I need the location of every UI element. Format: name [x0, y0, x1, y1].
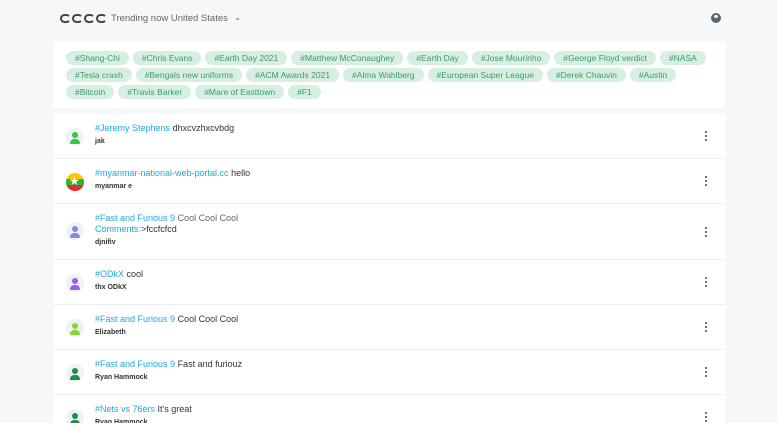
post-author[interactable]: Ryan Hammock — [95, 418, 685, 423]
post-author[interactable]: jak — [95, 137, 685, 146]
post-comments: Comments:>fccfcfcd — [95, 224, 685, 235]
post-item: #ODkX cool thx ODkX — [53, 260, 725, 305]
post-item: #Nets vs 76ers It's great Ryan Hammock — [53, 395, 725, 423]
user-icon — [66, 364, 84, 382]
post-body: #Fast and Furious 9 Cool Cool Cool Elizab… — [95, 314, 685, 337]
comments-text: >fccfcfcd — [141, 224, 177, 234]
post-text: hello — [231, 168, 251, 178]
post-line: #Jeremy Stephens dhxcvzhxcvbdg — [95, 123, 685, 134]
post-text: It's great — [157, 404, 192, 414]
user-avatar-icon — [66, 319, 84, 337]
post-body: #Fast and Furious 9 Fast and furiouz Ryan… — [95, 359, 685, 382]
user-avatar-icon — [66, 409, 84, 423]
trending-tag[interactable]: #Bitcoin — [66, 85, 115, 99]
post-author[interactable]: Ryan Hammock — [95, 373, 685, 382]
user-avatar-icon — [66, 128, 84, 146]
trending-tag[interactable]: #NASA — [659, 51, 706, 65]
trending-tag[interactable]: #Earth Day 2021 — [205, 51, 288, 65]
top-bar: Trending now United States ⌄ — [60, 8, 726, 28]
trending-tag[interactable]: #Alma Wahlberg — [343, 68, 424, 82]
more-options-icon[interactable] — [702, 226, 710, 238]
post-body: #myanmar-national-web-portal.cc hello mya… — [95, 168, 685, 191]
post-body: #Nets vs 76ers It's great Ryan Hammock — [95, 404, 685, 423]
user-icon — [66, 319, 84, 337]
trending-tag[interactable]: #Matthew McConaughey — [291, 51, 404, 65]
trending-tag[interactable]: #Mare of Easttown — [195, 85, 285, 99]
trending-tag[interactable]: #ACM Awards 2021 — [246, 68, 340, 82]
trending-tag[interactable]: #Shang-Chi — [66, 51, 129, 65]
trending-tag[interactable]: #Derek Chauvin — [546, 68, 626, 82]
trending-tag[interactable]: #Travis Barker — [118, 85, 192, 99]
trending-tag[interactable]: #Jose Mourinho — [471, 51, 551, 65]
post-hashtag-link[interactable]: #Fast and Furious 9 — [95, 213, 175, 223]
trending-region-title[interactable]: Trending now United States — [111, 13, 228, 24]
post-text: Cool Cool Cool — [177, 314, 239, 324]
trending-tags-card: #Shang-Chi #Chris Evans #Earth Day 2021 #Ma… — [53, 42, 725, 108]
post-item: #Jeremy Stephens dhxcvzhxcvbdg jak — [53, 114, 725, 159]
trending-tag[interactable]: #George Floyd verdict — [554, 51, 656, 65]
user-avatar-icon — [66, 274, 84, 292]
posts-feed: #Jeremy Stephens dhxcvzhxcvbdg jak ★ #myanm… — [53, 114, 725, 423]
post-item: #Fast and Furious 9 Cool Cool Cool Commen… — [53, 204, 725, 260]
user-icon — [66, 222, 84, 240]
post-hashtag-link[interactable]: #Nets vs 76ers — [95, 404, 155, 414]
trending-tag[interactable]: #Bengals new uniforms — [135, 68, 243, 82]
more-options-icon[interactable] — [702, 321, 710, 333]
myanmar-flag-icon: ★ — [66, 173, 84, 191]
post-line: #Fast and Furious 9 Fast and furiouz — [95, 359, 685, 370]
post-hashtag-link[interactable]: #Fast and Furious 9 — [95, 314, 175, 324]
post-line: #Nets vs 76ers It's great — [95, 404, 685, 415]
post-author[interactable]: djnifiv — [95, 238, 685, 247]
post-text: cool — [126, 269, 144, 279]
more-options-icon[interactable] — [702, 130, 710, 142]
more-options-icon[interactable] — [702, 276, 710, 288]
trending-tag[interactable]: #Chris Evans — [132, 51, 202, 65]
post-item: #Fast and Furious 9 Fast and furiouz Ryan… — [53, 350, 725, 395]
more-options-icon[interactable] — [702, 411, 710, 423]
comments-label[interactable]: Comments: — [95, 224, 141, 234]
post-line: #Fast and Furious 9 Cool Cool Cool — [95, 314, 685, 325]
user-icon — [66, 274, 84, 292]
cccc-logo-icon[interactable] — [60, 13, 107, 23]
post-hashtag-link[interactable]: #Fast and Furious 9 — [95, 359, 175, 369]
trending-tag[interactable]: #European Super League — [427, 68, 543, 82]
user-icon — [66, 409, 84, 423]
post-item: #Fast and Furious 9 Cool Cool Cool Elizab… — [53, 305, 725, 350]
post-body: #ODkX cool thx ODkX — [95, 269, 685, 292]
post-hashtag-link[interactable]: #myanmar-national-web-portal.cc — [95, 168, 229, 178]
trending-tag[interactable]: #F1 — [288, 85, 321, 99]
post-line: #myanmar-national-web-portal.cc hello — [95, 168, 685, 179]
post-body: #Fast and Furious 9 Cool Cool Cool Commen… — [95, 213, 685, 247]
post-text: Fast and furiouz — [177, 359, 243, 369]
post-line: #ODkX cool — [95, 269, 685, 280]
post-body: #Jeremy Stephens dhxcvzhxcvbdg jak — [95, 123, 685, 146]
trending-tag[interactable]: #Earth Day — [407, 51, 468, 65]
post-author[interactable]: Elizabeth — [95, 328, 685, 337]
post-hashtag-link[interactable]: #ODkX — [95, 269, 124, 279]
chevron-down-icon[interactable]: ⌄ — [234, 12, 242, 23]
post-line: #Fast and Furious 9 Cool Cool Cool — [95, 213, 685, 224]
post-item: ★ #myanmar-national-web-portal.cc hello my… — [53, 159, 725, 204]
trending-tag[interactable]: #Austin — [629, 68, 677, 82]
post-author[interactable]: myanmar e — [95, 182, 685, 191]
post-text: dhxcvzhxcvbdg — [172, 123, 235, 133]
more-options-icon[interactable] — [702, 366, 710, 378]
post-text: Cool Cool Cool — [177, 213, 239, 223]
user-avatar-icon — [66, 364, 84, 382]
user-icon — [66, 128, 84, 146]
more-options-icon[interactable] — [702, 175, 710, 187]
user-circle-icon[interactable] — [711, 13, 721, 23]
user-avatar-icon — [66, 222, 84, 240]
post-hashtag-link[interactable]: #Jeremy Stephens — [95, 123, 170, 133]
trending-tag[interactable]: #Tesla crash — [66, 68, 132, 82]
post-author[interactable]: thx ODkX — [95, 283, 685, 292]
